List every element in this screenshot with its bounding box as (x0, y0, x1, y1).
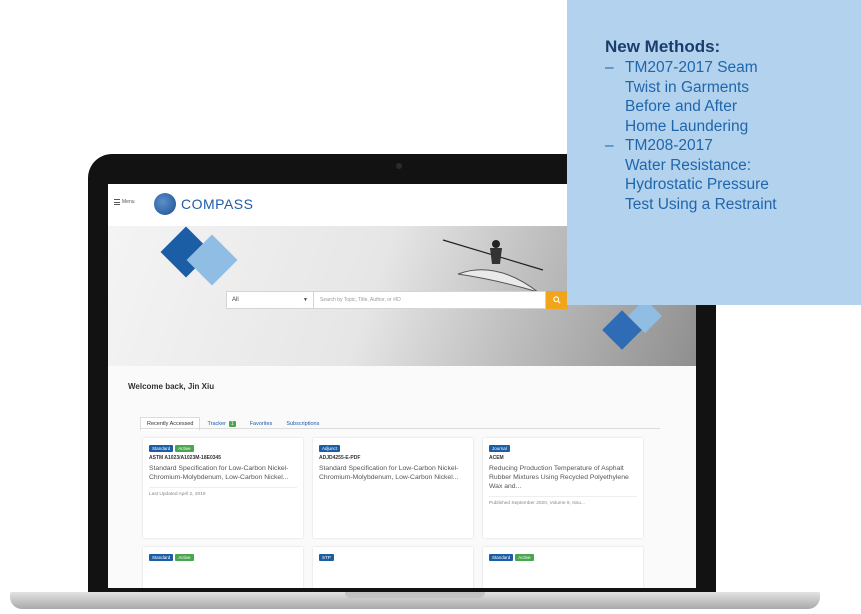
dropdown-arrow-icon: ▼ (303, 297, 308, 303)
search-scope-value: All (232, 297, 239, 303)
document-card[interactable]: Standard Active (143, 547, 303, 588)
card-badges: Adjunct (319, 445, 467, 452)
card-badges: STP (319, 554, 467, 561)
card-code: ADJD4255-E-PDF (319, 455, 361, 461)
method-line: Test Using a Restraint (625, 195, 777, 213)
tracker-count-badge: 1 (228, 421, 236, 427)
callout-heading: New Methods: (605, 37, 721, 56)
menu-label: Menu (122, 199, 135, 205)
search-input[interactable]: Search by Topic, Title, Author, or #ID (314, 291, 546, 309)
type-badge: Adjunct (319, 445, 341, 452)
method-line: TM208-2017 (625, 137, 713, 154)
document-card[interactable]: Adjunct ADJD4255-E-PDF Standard Specific… (313, 438, 473, 538)
card-meta: Published September 2020, Volume 9, Issu… (489, 496, 637, 506)
card-badges: Journal (489, 445, 637, 452)
type-badge: Standard (489, 554, 514, 561)
search-placeholder: Search by Topic, Title, Author, or #ID (320, 297, 401, 303)
type-badge: Standard (149, 445, 174, 452)
method-line: Home Laundering (625, 117, 749, 135)
document-card[interactable]: Standard Active (483, 547, 643, 588)
method-item: – TM207-2017 Seam Twist in Garments Befo… (605, 58, 861, 136)
status-badge: Active (175, 445, 194, 452)
document-card[interactable]: STP (313, 547, 473, 588)
card-title[interactable]: Reducing Production Temperature of Aspha… (489, 464, 637, 491)
method-line: Twist in Garments (625, 78, 750, 96)
laptop-base (10, 592, 820, 609)
method-line: Hydrostatic Pressure (625, 176, 769, 193)
type-badge: Standard (149, 554, 174, 561)
methods-list: – TM207-2017 Seam Twist in Garments Befo… (605, 58, 861, 214)
webcam (396, 163, 402, 169)
card-badges: Standard Active (149, 445, 297, 452)
list-dash: – (605, 59, 614, 76)
compass-logo-icon (154, 193, 176, 215)
method-line: TM207-2017 Seam (625, 59, 758, 76)
tab-label: Recently Accessed (147, 421, 194, 427)
card-badges: Standard Active (489, 554, 637, 561)
card-title[interactable]: Standard Specification for Low-Carbon Ni… (149, 464, 297, 482)
type-badge: Journal (489, 445, 510, 452)
document-card[interactable]: Journal ACEM Reducing Production Tempera… (483, 438, 643, 538)
search-bar: All ▼ Search by Topic, Title, Author, or… (226, 291, 568, 309)
tab-label: Subscriptions (286, 421, 320, 427)
type-badge: STP (319, 554, 334, 561)
card-meta: Last Updated April 2, 2019 (149, 487, 297, 497)
compass-logo[interactable]: COMPASS (154, 193, 253, 215)
status-badge: Active (515, 554, 534, 561)
document-card[interactable]: Standard Active ASTM A1023/A1023M-18E034… (143, 438, 303, 538)
method-item: – TM208-2017 Water Resistance: Hydrostat… (605, 136, 861, 214)
menu-icon (114, 199, 120, 205)
status-badge: Active (175, 554, 194, 561)
search-button[interactable] (546, 291, 568, 309)
tab-divider (140, 428, 660, 429)
welcome-message: Welcome back, Jin Xiu (128, 382, 215, 391)
search-scope-select[interactable]: All ▼ (226, 291, 314, 309)
card-code: ACEM (489, 455, 504, 461)
tab-label: Tracker (207, 421, 226, 427)
new-methods-callout: New Methods: – TM207-2017 Seam Twist in … (567, 0, 861, 305)
method-line: Water Resistance: (625, 156, 752, 174)
search-icon (553, 296, 561, 304)
kayaker-photo (442, 239, 544, 293)
method-line: Before and After (625, 98, 738, 115)
menu-button[interactable]: Menu (114, 199, 135, 205)
laptop-notch (345, 592, 485, 598)
card-code: ASTM A1023/A1023M-18E0345 (149, 455, 222, 461)
card-badges: Standard Active (149, 554, 297, 561)
card-title[interactable]: Standard Specification for Low-Carbon Ni… (319, 464, 467, 482)
tab-label: Favorites (249, 421, 273, 427)
list-dash: – (605, 137, 614, 154)
brand-name: COMPASS (181, 196, 254, 212)
